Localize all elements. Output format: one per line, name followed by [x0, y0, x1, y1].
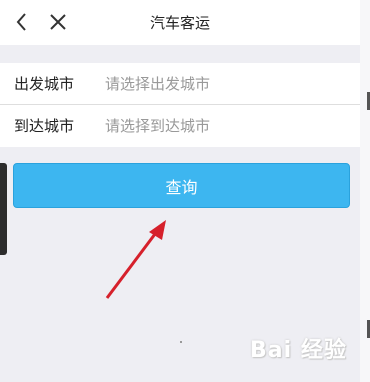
city-form: 出发城市 到达城市 — [0, 63, 360, 147]
red-arrow-annotation — [105, 220, 166, 299]
arrival-city-input[interactable] — [105, 105, 350, 146]
watermark: Bai 经验 — [250, 338, 347, 363]
departure-label: 出发城市 — [14, 75, 75, 93]
arrival-label: 到达城市 — [14, 117, 75, 135]
query-button[interactable]: 查询 — [13, 163, 350, 208]
departure-row[interactable]: 出发城市 — [0, 63, 360, 105]
arrival-row[interactable]: 到达城市 — [0, 105, 360, 146]
side-handle — [0, 163, 7, 255]
departure-city-input[interactable] — [105, 63, 350, 104]
right-edge — [360, 0, 370, 382]
top-bar: 汽车客运 — [0, 0, 360, 45]
dot — [180, 341, 182, 343]
page-title: 汽车客运 — [149, 14, 210, 32]
